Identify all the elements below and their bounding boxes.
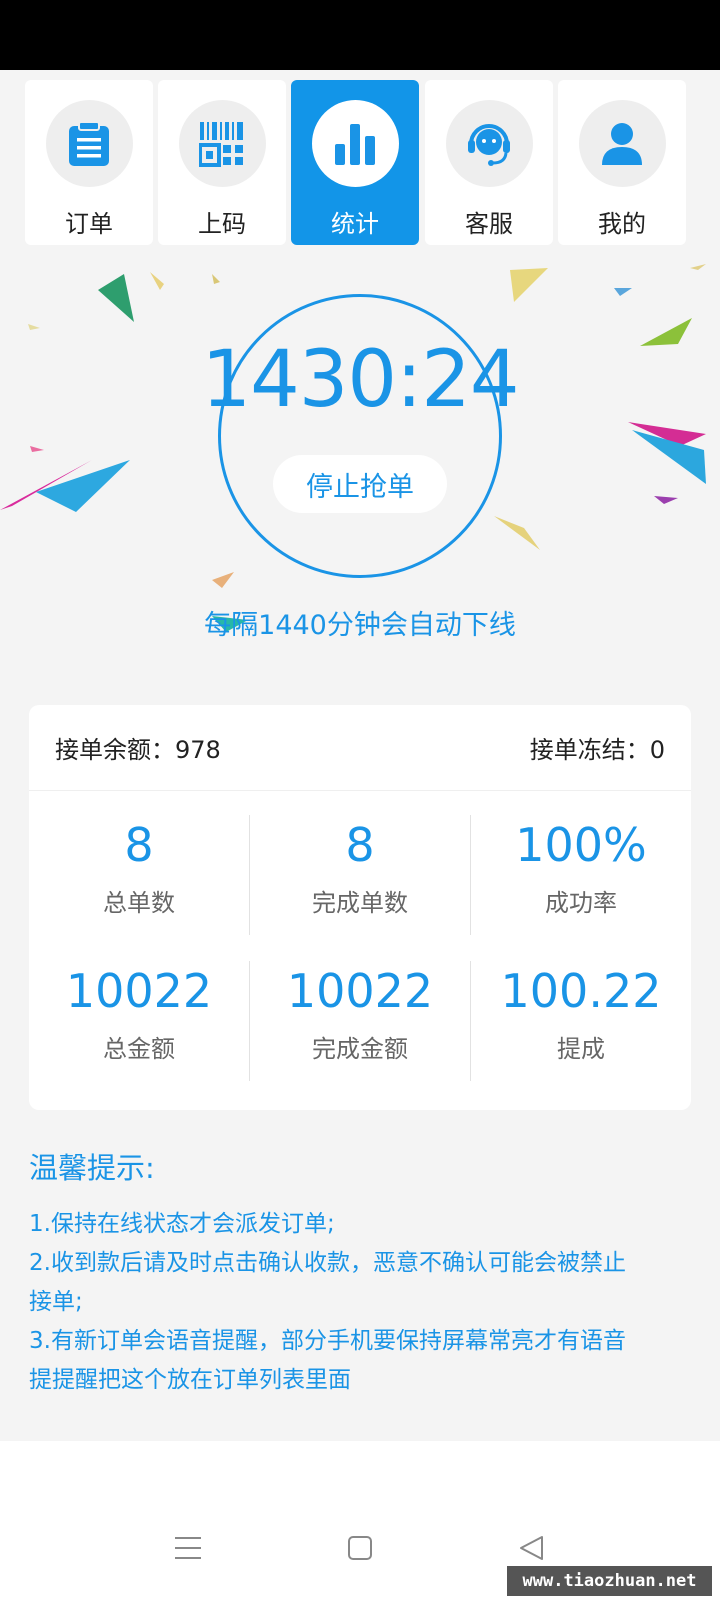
- tip-line: 2.收到款后请及时点击确认收款，恶意不确认可能会被禁止: [29, 1250, 626, 1276]
- stat-label: 提成: [557, 1035, 605, 1063]
- back-icon[interactable]: [518, 1535, 544, 1561]
- home-icon[interactable]: [347, 1535, 373, 1561]
- auto-offline-notice: 每隔1440分钟会自动下线: [204, 610, 516, 641]
- stat-total-amount: 10022 总金额: [29, 963, 249, 1064]
- order-frozen: 接单冻结：0: [529, 736, 665, 764]
- order-balance: 接单余额：978: [55, 736, 221, 764]
- balance-row: 接单余额：978 接单冻结：0: [29, 705, 691, 791]
- clipboard-icon: [45, 100, 133, 187]
- stat-value: 10022: [286, 964, 434, 1018]
- user-icon: [578, 100, 666, 187]
- tab-upload-code[interactable]: 上码: [158, 80, 286, 245]
- stat-label: 成功率: [545, 889, 617, 917]
- tip-line: 3.有新订单会语音提醒，部分手机要保持屏幕常亮才有语音: [29, 1328, 626, 1354]
- stat-commission: 100.22 提成: [471, 963, 691, 1064]
- stat-label: 完成单数: [312, 889, 408, 917]
- tip-line: 提提醒把这个放在订单列表里面: [29, 1367, 351, 1393]
- tab-label: 订单: [65, 210, 113, 238]
- stat-success-rate: 100% 成功率: [471, 817, 691, 918]
- tab-statistics[interactable]: 统计: [291, 80, 419, 245]
- tab-orders[interactable]: 订单: [25, 80, 153, 245]
- stat-total-orders: 8 总单数: [29, 817, 249, 918]
- stat-value: 100.22: [500, 964, 662, 1018]
- online-timer: 1430:24: [201, 335, 519, 425]
- tab-customer-service[interactable]: 客服: [425, 80, 553, 245]
- stat-completed-orders: 8 完成单数: [250, 817, 470, 918]
- bar-chart-icon: [311, 100, 399, 187]
- tips-title: 温馨提示:: [29, 1151, 155, 1185]
- watermark: www.tiaozhuan.net: [507, 1566, 712, 1596]
- stat-value: 100%: [515, 818, 647, 872]
- tips-section: 温馨提示: 1.保持在线状态才会派发订单; 2.收到款后请及时点击确认收款，恶意…: [29, 1145, 689, 1400]
- stop-grabbing-button[interactable]: 停止抢单: [273, 455, 447, 513]
- stat-completed-amount: 10022 完成金额: [250, 963, 470, 1064]
- tab-label: 上码: [198, 210, 246, 238]
- tab-label: 我的: [598, 210, 646, 238]
- status-bar: [0, 0, 720, 70]
- stat-grid: 8 总单数 8 完成单数 100% 成功率 10022 总金额 10022 完成…: [29, 791, 691, 1109]
- menu-icon[interactable]: [174, 1535, 202, 1561]
- tip-line: 1.保持在线状态才会派发订单;: [29, 1211, 335, 1237]
- tip-line: 接单;: [29, 1289, 83, 1315]
- stat-value: 10022: [65, 964, 213, 1018]
- tab-profile[interactable]: 我的: [558, 80, 686, 245]
- stat-label: 完成金额: [312, 1035, 408, 1063]
- nav-tabs: 订单 上码 统计 客服 我的: [25, 80, 695, 245]
- stat-label: 总金额: [103, 1035, 175, 1063]
- stat-value: 8: [124, 818, 154, 872]
- stat-label: 总单数: [103, 889, 175, 917]
- qrcode-icon: [178, 100, 266, 187]
- stats-card: 接单余额：978 接单冻结：0 8 总单数 8 完成单数 100% 成功率 10…: [29, 705, 691, 1110]
- stat-value: 8: [345, 818, 375, 872]
- tab-label: 客服: [465, 210, 513, 238]
- headset-icon: [445, 100, 533, 187]
- tab-label: 统计: [331, 210, 379, 238]
